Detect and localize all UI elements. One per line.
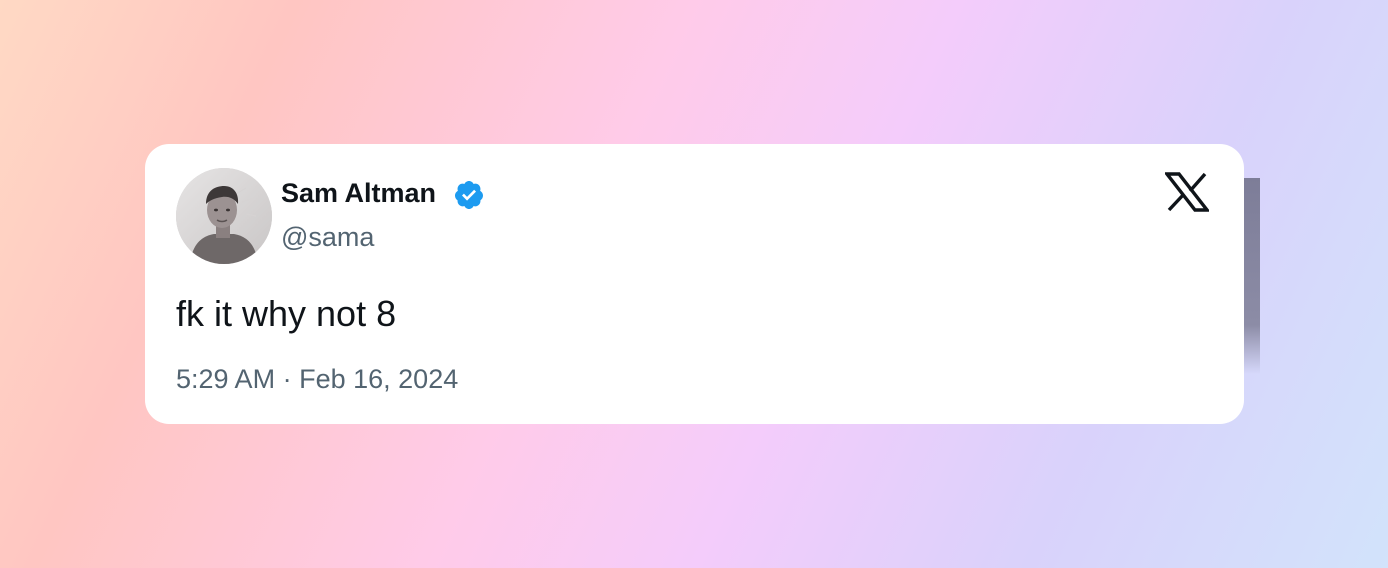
display-name[interactable]: Sam Altman	[281, 178, 436, 209]
tweet-text: fk it why not 8	[176, 293, 397, 334]
x-logo-icon[interactable]	[1165, 172, 1209, 212]
tweet-timestamp[interactable]: 5:29 AM · Feb 16, 2024	[176, 364, 458, 395]
avatar-photo	[176, 168, 272, 264]
avatar[interactable]	[176, 168, 272, 264]
card-shadow	[1244, 178, 1260, 374]
tweet-time: 5:29 AM	[176, 364, 276, 394]
meta-separator: ·	[282, 364, 292, 394]
tweet-date: Feb 16, 2024	[299, 364, 459, 394]
verified-badge-icon	[454, 181, 483, 209]
handle[interactable]: @sama	[281, 222, 374, 253]
tweet-card[interactable]: Sam Altman @sama fk it why not 8 5:29 AM…	[145, 144, 1244, 424]
